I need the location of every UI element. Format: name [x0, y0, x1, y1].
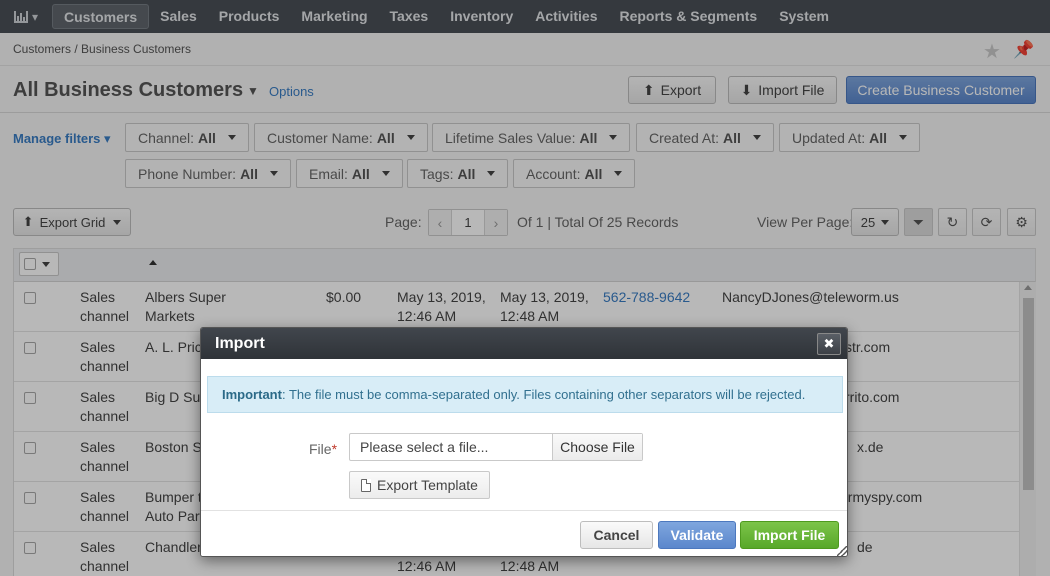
- document-icon: [361, 478, 372, 492]
- import-dialog-footer: Cancel Validate Import File: [201, 510, 847, 556]
- close-icon: ✖: [823, 336, 835, 351]
- export-template-label: Export Template: [377, 477, 478, 493]
- file-input-placeholder[interactable]: Please select a file...: [350, 434, 552, 460]
- file-input[interactable]: Please select a file... Choose File: [349, 433, 643, 461]
- export-template-button[interactable]: Export Template: [349, 471, 490, 499]
- import-file-submit-button[interactable]: Import File: [740, 521, 839, 549]
- alert-text: : The file must be comma-separated only.…: [281, 387, 806, 402]
- file-label-text: File: [309, 441, 332, 457]
- close-button[interactable]: ✖: [817, 333, 841, 355]
- choose-file-button[interactable]: Choose File: [552, 434, 642, 460]
- import-dialog-title: Import: [215, 335, 265, 352]
- import-dialog: Import ✖ Important: The file must be com…: [200, 327, 848, 557]
- info-alert: Important: The file must be comma-separa…: [207, 376, 843, 413]
- alert-strong: Important: [222, 387, 282, 402]
- resize-handle[interactable]: [837, 546, 847, 556]
- validate-button[interactable]: Validate: [658, 521, 736, 549]
- required-mark: *: [331, 441, 338, 457]
- cancel-button[interactable]: Cancel: [580, 521, 653, 549]
- import-dialog-header: Import ✖: [201, 328, 847, 359]
- file-field-label: File*: [309, 441, 337, 457]
